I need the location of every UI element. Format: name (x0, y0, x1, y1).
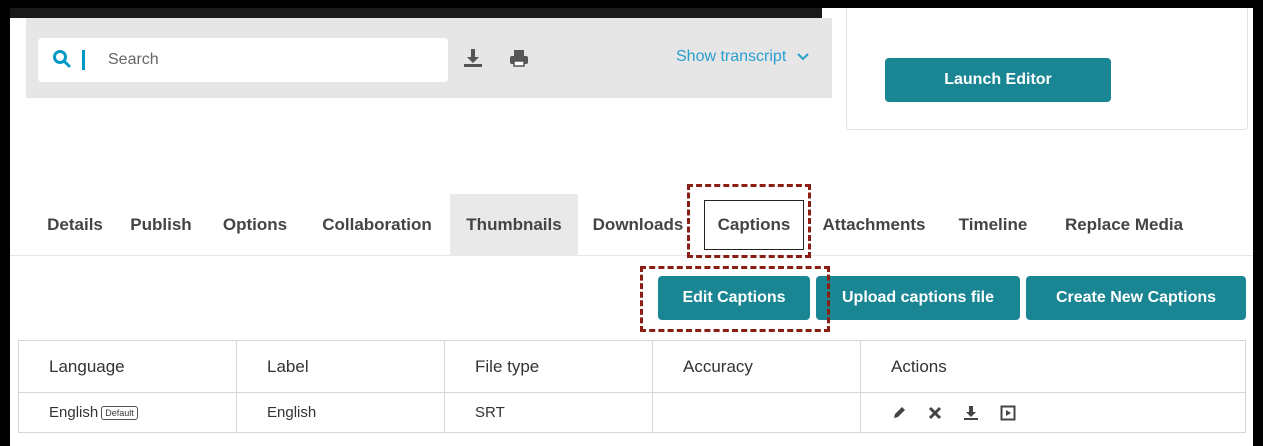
create-captions-button[interactable]: Create New Captions (1026, 276, 1246, 320)
tab-timeline[interactable]: Timeline (950, 194, 1036, 256)
editor-panel: Launch Editor (846, 8, 1248, 130)
language-value: English (49, 404, 99, 421)
cell-language: English Default (18, 392, 237, 433)
search-input[interactable] (108, 44, 428, 76)
search-icon (53, 50, 71, 68)
column-language: Language (18, 340, 237, 393)
tab-downloads[interactable]: Downloads (588, 194, 688, 256)
chevron-down-icon (797, 53, 809, 61)
show-transcript-label: Show transcript (676, 48, 787, 65)
column-file-type: File type (444, 340, 653, 393)
tab-details[interactable]: Details (40, 194, 110, 256)
tab-captions[interactable]: Captions (704, 200, 804, 250)
launch-editor-button[interactable]: Launch Editor (885, 58, 1111, 102)
download-icon[interactable] (963, 405, 979, 421)
upload-captions-button[interactable]: Upload captions file (816, 276, 1020, 320)
player-toolbar: Show transcript (26, 18, 832, 98)
column-accuracy: Accuracy (652, 340, 861, 393)
default-badge: Default (101, 406, 138, 421)
pencil-icon[interactable] (891, 405, 907, 421)
delete-icon[interactable] (927, 405, 943, 421)
column-label: Label (236, 340, 445, 393)
captions-table: Language Label File type Accuracy Action… (18, 340, 1246, 433)
show-transcript-toggle[interactable]: Show transcript (676, 48, 809, 66)
cell-file-type: SRT (444, 392, 653, 433)
table-header-row: Language Label File type Accuracy Action… (18, 340, 1246, 393)
search-divider (82, 50, 85, 70)
tab-replace-media[interactable]: Replace Media (1054, 194, 1194, 256)
cell-accuracy (652, 392, 861, 433)
download-icon[interactable] (462, 46, 484, 70)
column-actions: Actions (860, 340, 1246, 393)
tab-thumbnails[interactable]: Thumbnails (450, 194, 578, 256)
preview-icon[interactable] (1000, 405, 1016, 421)
tab-options[interactable]: Options (216, 194, 294, 256)
tab-collaboration[interactable]: Collaboration (314, 194, 440, 256)
tab-publish[interactable]: Publish (126, 194, 196, 256)
page: Show transcript Launch Editor Details Pu… (10, 8, 1253, 446)
tab-bar: Details Publish Options Collaboration Th… (10, 194, 1253, 256)
cell-actions (860, 392, 1246, 433)
cell-label: English (236, 392, 445, 433)
window-top-strip (10, 8, 822, 18)
table-row: English Default English SRT (18, 392, 1246, 433)
edit-captions-button[interactable]: Edit Captions (658, 276, 810, 320)
print-icon[interactable] (508, 46, 530, 70)
tab-attachments[interactable]: Attachments (816, 194, 932, 256)
search-box[interactable] (38, 38, 448, 82)
